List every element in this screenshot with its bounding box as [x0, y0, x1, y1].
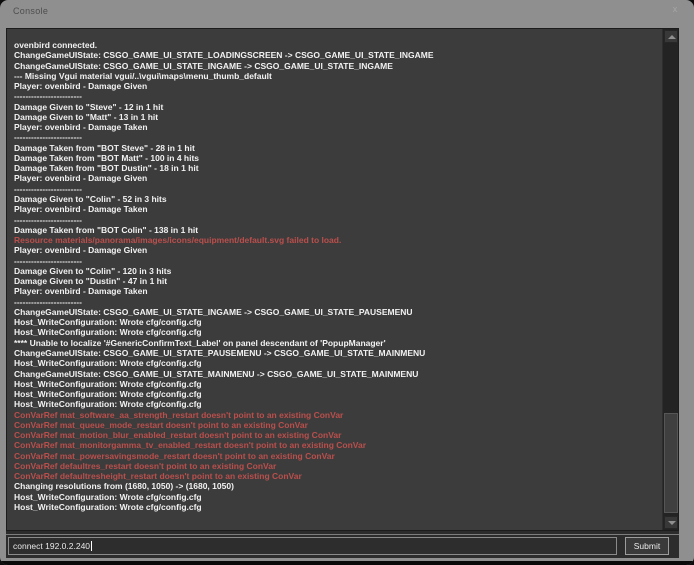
console-line: Host_WriteConfiguration: Wrote cfg/confi…: [14, 358, 658, 368]
scroll-up-button[interactable]: [664, 30, 678, 43]
console-line: Resource materials/panorama/images/icons…: [14, 235, 658, 245]
console-line: ChangeGameUIState: CSGO_GAME_UI_STATE_IN…: [14, 61, 658, 71]
close-icon[interactable]: x: [669, 3, 681, 15]
console-line: ConVarRef defaultresheight_restart doesn…: [14, 471, 658, 481]
console-line: ChangeGameUIState: CSGO_GAME_UI_STATE_LO…: [14, 50, 658, 60]
console-line: ChangeGameUIState: CSGO_GAME_UI_STATE_MA…: [14, 369, 658, 379]
console-line: Host_WriteConfiguration: Wrote cfg/confi…: [14, 399, 658, 409]
window-title: Console: [13, 6, 48, 16]
command-input-value: connect 192.0.2.240: [13, 541, 90, 551]
arrow-up-icon: [668, 35, 676, 39]
console-line: Damage Taken from "BOT Colin" - 138 in 1…: [14, 225, 658, 235]
console-line: Damage Taken from "BOT Matt" - 100 in 4 …: [14, 153, 658, 163]
console-line: ------------------------: [14, 184, 658, 194]
console-line: Player: ovenbird - Damage Taken: [14, 122, 658, 132]
console-line: Damage Given to "Colin" - 120 in 3 hits: [14, 266, 658, 276]
console-line: ConVarRef mat_motion_blur_enabled_restar…: [14, 430, 658, 440]
console-line: ConVarRef mat_queue_mode_restart doesn't…: [14, 420, 658, 430]
console-line: Damage Given to "Colin" - 52 in 3 hits: [14, 194, 658, 204]
console-line: Player: ovenbird - Damage Taken: [14, 204, 658, 214]
console-line: ------------------------: [14, 215, 658, 225]
console-line: ConVarRef defaultres_restart doesn't poi…: [14, 461, 658, 471]
console-line: --- Missing Vgui material vgui/..\vgui\m…: [14, 71, 658, 81]
console-line: ------------------------: [14, 256, 658, 266]
console-line: ChangeGameUIState: CSGO_GAME_UI_STATE_IN…: [14, 307, 658, 317]
console-line: Damage Taken from "BOT Steve" - 28 in 1 …: [14, 143, 658, 153]
console-line: ovenbird connected.: [14, 40, 658, 50]
console-line: Host_WriteConfiguration: Wrote cfg/confi…: [14, 327, 658, 337]
console-line: Player: ovenbird - Damage Taken: [14, 286, 658, 296]
console-line: Host_WriteConfiguration: Wrote cfg/confi…: [14, 492, 658, 502]
scrollbar-thumb[interactable]: [664, 413, 678, 513]
console-line: Damage Taken from "BOT Dustin" - 18 in 1…: [14, 163, 658, 173]
console-line: ------------------------: [14, 132, 658, 142]
console-line: ------------------------: [14, 297, 658, 307]
console-line: Host_WriteConfiguration: Wrote cfg/confi…: [14, 317, 658, 327]
window-bottom-edge: [0, 561, 694, 565]
console-line: Player: ovenbird - Damage Given: [14, 173, 658, 183]
console-line: Host_WriteConfiguration: Wrote cfg/confi…: [14, 379, 658, 389]
client-area: ovenbird connected.ChangeGameUIState: CS…: [6, 28, 679, 558]
title-bar[interactable]: Console x: [0, 0, 694, 28]
console-line: Changing resolutions from (1680, 1050) -…: [14, 481, 658, 491]
console-line: ------------------------: [14, 91, 658, 101]
console-line: ConVarRef mat_software_aa_strength_resta…: [14, 410, 658, 420]
console-line: ConVarRef mat_powersavingsmode_restart d…: [14, 451, 658, 461]
console-output: ovenbird connected.ChangeGameUIState: CS…: [7, 29, 662, 530]
console-line: **** Unable to localize '#GenericConfirm…: [14, 338, 658, 348]
vertical-scrollbar[interactable]: [662, 29, 678, 530]
console-window: Console x ovenbird connected.ChangeGameU…: [0, 0, 694, 565]
console-log-panel: ovenbird connected.ChangeGameUIState: CS…: [6, 28, 679, 531]
panel-bevel-line: [6, 534, 679, 535]
arrow-down-icon: [668, 521, 676, 525]
console-line: Damage Given to "Steve" - 12 in 1 hit: [14, 102, 658, 112]
console-line: ChangeGameUIState: CSGO_GAME_UI_STATE_PA…: [14, 348, 658, 358]
console-line: Player: ovenbird - Damage Given: [14, 245, 658, 255]
scroll-down-button[interactable]: [664, 516, 678, 529]
console-line: Damage Given to "Matt" - 13 in 1 hit: [14, 112, 658, 122]
console-line: Player: ovenbird - Damage Given: [14, 81, 658, 91]
console-line: Host_WriteConfiguration: Wrote cfg/confi…: [14, 389, 658, 399]
console-line: ConVarRef mat_monitorgamma_tv_enabled_re…: [14, 440, 658, 450]
command-input[interactable]: connect 192.0.2.240: [8, 537, 617, 555]
console-line: Damage Given to "Dustin" - 47 in 1 hit: [14, 276, 658, 286]
text-caret: [91, 541, 92, 551]
console-line: Host_WriteConfiguration: Wrote cfg/confi…: [14, 502, 658, 512]
submit-button[interactable]: Submit: [625, 537, 669, 555]
